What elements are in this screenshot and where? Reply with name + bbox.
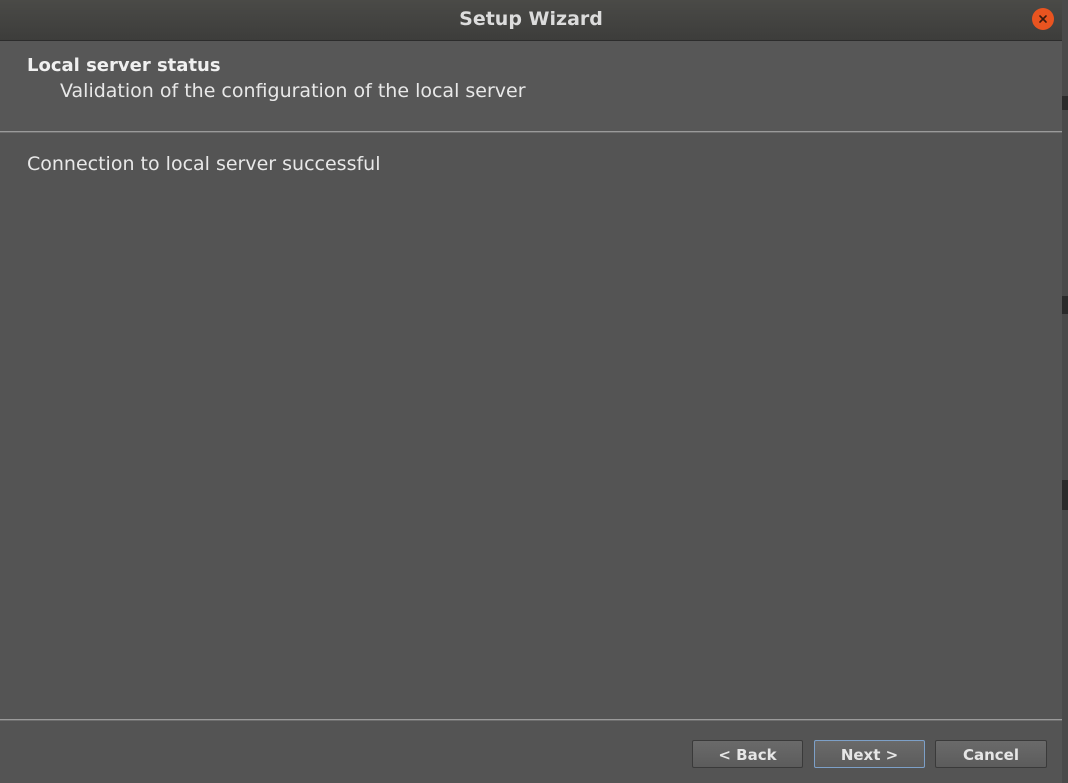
page-title: Local server status: [27, 55, 221, 76]
header-divider-shadow: [0, 132, 1062, 133]
back-button[interactable]: < Back: [692, 740, 803, 768]
background-window-detail: [1062, 296, 1068, 314]
status-message: Connection to local server successful: [27, 153, 381, 175]
close-icon: [1039, 15, 1047, 23]
page-subtitle: Validation of the configuration of the l…: [60, 80, 526, 102]
background-window-detail: [1062, 96, 1068, 110]
window-title: Setup Wizard: [459, 8, 603, 30]
close-button[interactable]: [1032, 8, 1054, 30]
background-window-detail: [1062, 480, 1068, 510]
wizard-page-header: Local server status Validation of the co…: [0, 41, 1062, 131]
title-bar[interactable]: Setup Wizard: [0, 0, 1062, 41]
footer-divider-shadow: [0, 720, 1062, 721]
background-window-edge: [1062, 0, 1068, 783]
setup-wizard-window: Setup Wizard Local server status Validat…: [0, 0, 1062, 783]
cancel-button[interactable]: Cancel: [935, 740, 1047, 768]
next-button[interactable]: Next >: [814, 740, 925, 768]
